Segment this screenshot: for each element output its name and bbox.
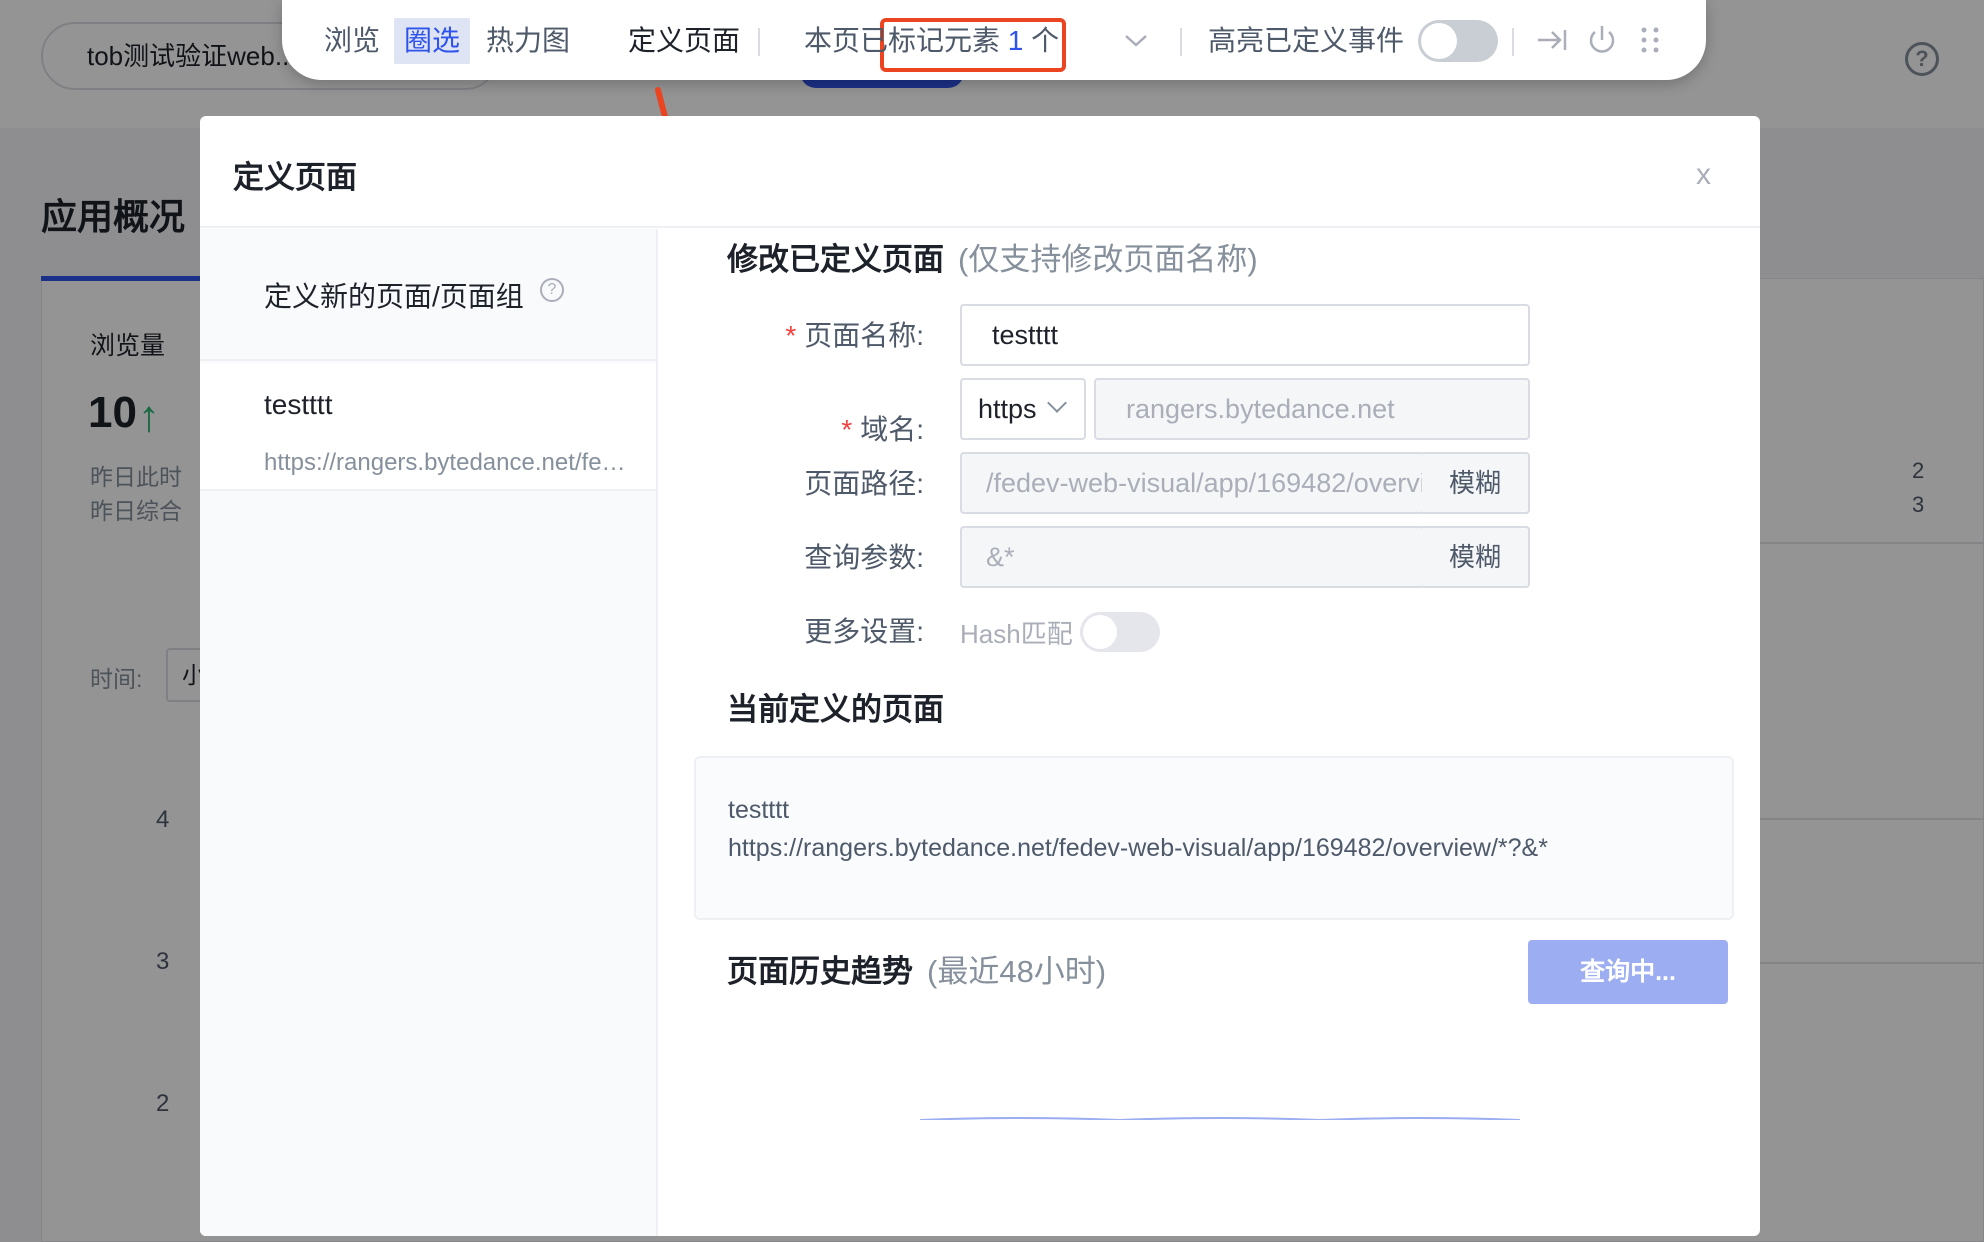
hash-match-label: Hash匹配 (960, 619, 1073, 649)
toolbar-browse[interactable]: 浏览 (324, 18, 380, 64)
toolbar-separator (1180, 28, 1182, 56)
edit-section-title: 修改已定义页面 (仅支持修改页面名称) (727, 230, 1258, 290)
path-match-mode: 模糊 (1422, 452, 1530, 514)
current-page-url: https://rangers.bytedance.net/fedev-web-… (728, 834, 1548, 862)
hash-match-toggle[interactable] (1080, 612, 1160, 652)
domain-label: * 域名: (624, 408, 924, 448)
toolbar-highlight-events-label: 高亮已定义事件 (1208, 25, 1405, 56)
protocol-value: https (978, 394, 1037, 424)
history-title: 页面历史趋势 (727, 954, 913, 989)
edit-note: (仅支持修改页面名称) (958, 242, 1258, 277)
visual-toolbar: 浏览 圈选 热力图 定义页面 本页已标记元素 1 个 高亮已定义事件 (282, 0, 1706, 80)
chevron-down-icon (1047, 393, 1067, 413)
marked-suffix: 个 (1031, 25, 1060, 56)
chevron-down-icon[interactable] (1116, 20, 1156, 60)
list-item[interactable]: testttt https://rangers.bytedance.net/fe… (200, 363, 656, 491)
trend-chart-edge (920, 1117, 1521, 1120)
page-name-input[interactable]: testttt (960, 304, 1530, 366)
toolbar-marked-elements[interactable]: 本页已标记元素 1 个 (804, 18, 1059, 64)
query-match-mode: 模糊 (1422, 526, 1530, 588)
modal-title: 定义页面 (233, 160, 357, 195)
question-icon[interactable]: ? (540, 278, 564, 302)
define-new-page-item[interactable]: 定义新的页面/页面组 ? (200, 229, 656, 361)
required-mark: * (841, 414, 853, 445)
edit-title: 修改已定义页面 (727, 242, 944, 277)
power-icon[interactable] (1582, 20, 1622, 60)
query-button[interactable]: 查询中... (1528, 940, 1728, 1004)
marked-prefix: 本页已标记元素 (804, 25, 1001, 56)
protocol-select[interactable]: https (960, 378, 1086, 440)
define-new-page-label: 定义新的页面/页面组 (264, 281, 524, 312)
history-note: (最近48小时) (927, 954, 1107, 989)
close-icon[interactable]: x (1696, 158, 1711, 192)
domain-label-text: 域名: (860, 414, 924, 445)
page-list-panel: 定义新的页面/页面组 ? testttt https://rangers.byt… (200, 229, 658, 1236)
current-page-box: testttt https://rangers.bytedance.net/fe… (694, 756, 1734, 920)
toolbar-separator (1512, 28, 1514, 56)
path-input: /fedev-web-visual/app/169482/overview/* (960, 452, 1424, 514)
toolbar-define-page[interactable]: 定义页面 (628, 18, 740, 64)
toolbar-separator (758, 28, 760, 56)
list-item-url: https://rangers.bytedance.net/fedev-web-… (264, 449, 634, 476)
page-name-label-text: 页面名称: (804, 320, 924, 351)
query-input: &* (960, 526, 1424, 588)
path-label: 页面路径: (804, 468, 924, 499)
list-item-name: testttt (264, 389, 333, 420)
drag-handle-icon[interactable] (1630, 20, 1670, 60)
toggle-knob (1083, 615, 1117, 649)
query-label: 查询参数: (804, 542, 924, 573)
current-page-title: 当前定义的页面 (727, 692, 944, 727)
modal-header: 定义页面 x (200, 116, 1760, 228)
page-name-label: * 页面名称: (624, 314, 924, 354)
history-section-title: 页面历史趋势 (最近48小时) (727, 952, 1106, 992)
more-settings-label: 更多设置: (804, 616, 924, 647)
required-mark: * (785, 320, 797, 351)
toolbar-heatmap[interactable]: 热力图 (486, 18, 570, 64)
collapse-right-icon[interactable] (1532, 20, 1572, 60)
define-page-modal: 定义页面 x 定义新的页面/页面组 ? testttt https://rang… (200, 116, 1760, 1236)
toggle-knob (1421, 23, 1457, 59)
highlight-events-toggle[interactable] (1418, 20, 1498, 62)
toolbar-circle-select[interactable]: 圈选 (394, 18, 471, 64)
domain-input: rangers.bytedance.net (1094, 378, 1530, 440)
current-page-name: testttt (728, 796, 790, 824)
marked-count: 1 (1007, 25, 1024, 56)
